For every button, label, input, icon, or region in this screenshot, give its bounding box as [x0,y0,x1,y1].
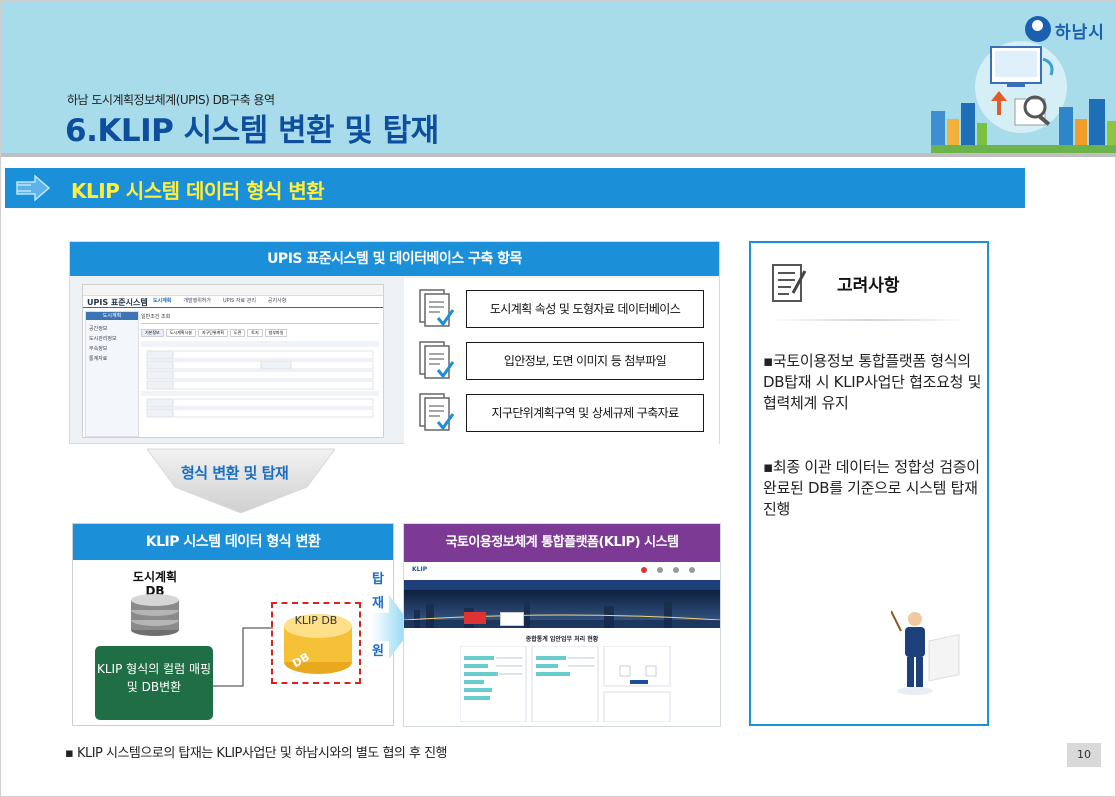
column-mapping-box: KLIP 형식의 컬럼 매핑 및 DB변환 [95,646,213,720]
consideration-bullet: ▪국토이용정보 통합플랫폼 형식의 DB탑재 시 KLIP사업단 협조요청 및 … [763,352,982,412]
connector-line [213,627,273,687]
city-illustration-icon [931,41,1116,153]
upis-nav-item[interactable]: 도시계획 [153,297,171,304]
upis-nav-item[interactable]: 공지사항 [268,297,286,304]
database-icon [131,594,179,636]
considerations-divider [769,319,969,321]
consideration-bullet: ▪최종 이관 데이터는 정합성 검증이 완료된 DB를 기준으로 시스템 탑재 … [763,458,980,518]
section-title: KLIP 시스템 데이터 형식 변환 [71,179,325,203]
klip-system-header: 국토이용정보체계 통합플랫폼(KLIP) 시스템 [404,524,720,562]
upis-system-screenshot: UPIS 표준시스템 도시계획 개발행위허가 UPIS 자료 관리 공지사항 도… [82,284,384,438]
klip-db-highlight: DB KLIP DB [271,602,361,684]
klip-nav-bar [404,580,720,590]
upis-tab[interactable]: 도시계획시설 [165,329,196,337]
header-banner: 하남 도시계획정보체계(UPIS) DB구축 용역 6.KLIP 시스템 변환 … [1,1,1116,156]
hanam-logo-icon [1025,16,1051,42]
checklist-notepad-icon [772,264,807,302]
klip-red-tab[interactable] [464,612,486,624]
footnote: ▪ KLIP 시스템으로의 탑재는 KLIP사업단 및 하남시와의 별도 협의 … [65,746,448,761]
upis-side-item[interactable]: 도시관리정보 [89,334,135,344]
klip-city-night-banner [404,590,720,628]
transform-label: 형식 변환 및 탑재 [181,464,289,482]
upis-tab[interactable]: 기본정보 [141,329,164,337]
upis-tab[interactable]: 지구단위계획 [197,329,228,337]
page-number: 10 [1067,743,1101,767]
double-arrow-icon [16,174,51,202]
upis-side-head: 도시계획 [86,312,138,320]
hanam-logo: 하남시 [1025,15,1111,45]
klip-tab[interactable] [500,612,524,626]
klip-system-panel: 국토이용정보체계 통합플랫폼(KLIP) 시스템 KLIP 종합통계 입안업무 … [403,523,721,727]
banner-divider [1,153,1116,157]
klip-system-screenshot: KLIP 종합통계 입안업무 처리 현황 [404,562,720,726]
klip-convert-panel: KLIP 시스템 데이터 형식 변환 도시계획 DB KLIP 형식의 컬럼 매… [72,523,394,726]
section-bar: KLIP 시스템 데이터 형식 변환 [5,168,1025,208]
upis-side-item[interactable]: 통계자료 [89,354,135,364]
upis-panel-header: UPIS 표준시스템 및 데이터베이스 구축 항목 [70,242,719,276]
upis-nav-item[interactable]: 개발행위허가 [183,297,211,304]
considerations-panel: 고려사항 ▪국토이용정보 통합플랫폼 형식의 DB탑재 시 KLIP사업단 협조… [749,241,989,726]
upis-items-list: 도시계획 속성 및 도형자료 데이터베이스 입안정보, 도면 이미지 등 첨부파… [404,278,719,444]
klip-panel-title: 종합통계 입안업무 처리 현황 [525,636,599,643]
klip-brand: KLIP [412,566,428,573]
upis-item-district-plan: 지구단위계획구역 및 상세규제 구축자료 [466,394,704,432]
upis-tab[interactable]: 토지 [247,329,263,337]
upis-side-item[interactable]: 부속정보 [89,344,135,354]
presenter-figure-icon [891,610,960,695]
upis-tab[interactable]: 도면 [229,329,246,337]
upis-form-grid [141,341,379,418]
klip-convert-header: KLIP 시스템 데이터 형식 변환 [73,524,393,560]
document-check-icon [419,393,454,431]
klip-db-label: KLIP DB [294,614,338,627]
upis-side-item[interactable]: 공간정보 [89,324,135,334]
slide-page: 하남 도시계획정보체계(UPIS) DB구축 용역 6.KLIP 시스템 변환 … [0,0,1116,797]
logo-text: 하남시 [1055,23,1105,43]
upis-panel-title: 일반조건 조회 [141,313,379,324]
upis-tab[interactable]: 첨부파일 [264,329,288,337]
klip-dashboard-widgets [460,646,671,722]
document-check-icon [419,341,454,379]
upis-item-attachments: 입안정보, 도면 이미지 등 첨부파일 [466,342,704,380]
considerations-title: 고려사항 [837,276,900,296]
document-check-icon [419,289,454,327]
page-title: 6.KLIP 시스템 변환 및 탑재 [65,113,439,149]
upis-items-panel: UPIS 표준시스템 및 데이터베이스 구축 항목 UPIS 표준시스템 도시계… [69,241,720,444]
upis-item-attribute-db: 도시계획 속성 및 도형자료 데이터베이스 [466,290,704,328]
upis-nav-item[interactable]: UPIS 자료 관리 [223,297,256,304]
klip-header-icons [641,567,695,573]
